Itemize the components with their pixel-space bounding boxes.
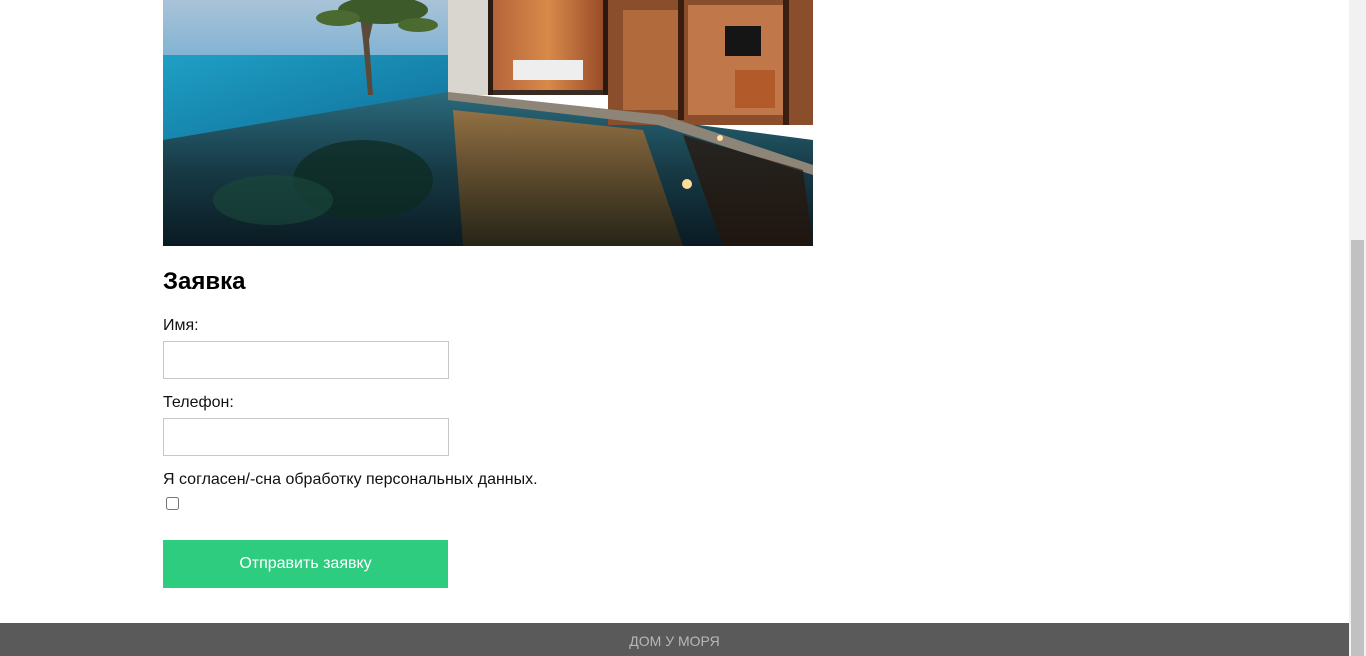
- hero-image: [163, 0, 813, 246]
- form-title: Заявка: [163, 268, 246, 295]
- vertical-scrollbar[interactable]: [1349, 0, 1366, 656]
- seaside-villa-illustration: [163, 0, 813, 246]
- phone-input[interactable]: [163, 418, 449, 456]
- consent-label: Я согласен/-сна обработку персональных д…: [163, 471, 538, 488]
- consent-checkbox[interactable]: [166, 497, 179, 510]
- scrollbar-thumb[interactable]: [1351, 240, 1364, 656]
- footer: ДОМ У МОРЯ: [0, 623, 1349, 656]
- name-input[interactable]: [163, 341, 449, 379]
- footer-text: ДОМ У МОРЯ: [629, 633, 720, 649]
- submit-button[interactable]: Отправить заявку: [163, 540, 448, 588]
- page: Заявка Имя: Телефон: Я согласен/-сна обр…: [0, 0, 1349, 656]
- phone-label: Телефон:: [163, 394, 234, 411]
- name-label: Имя:: [163, 317, 199, 334]
